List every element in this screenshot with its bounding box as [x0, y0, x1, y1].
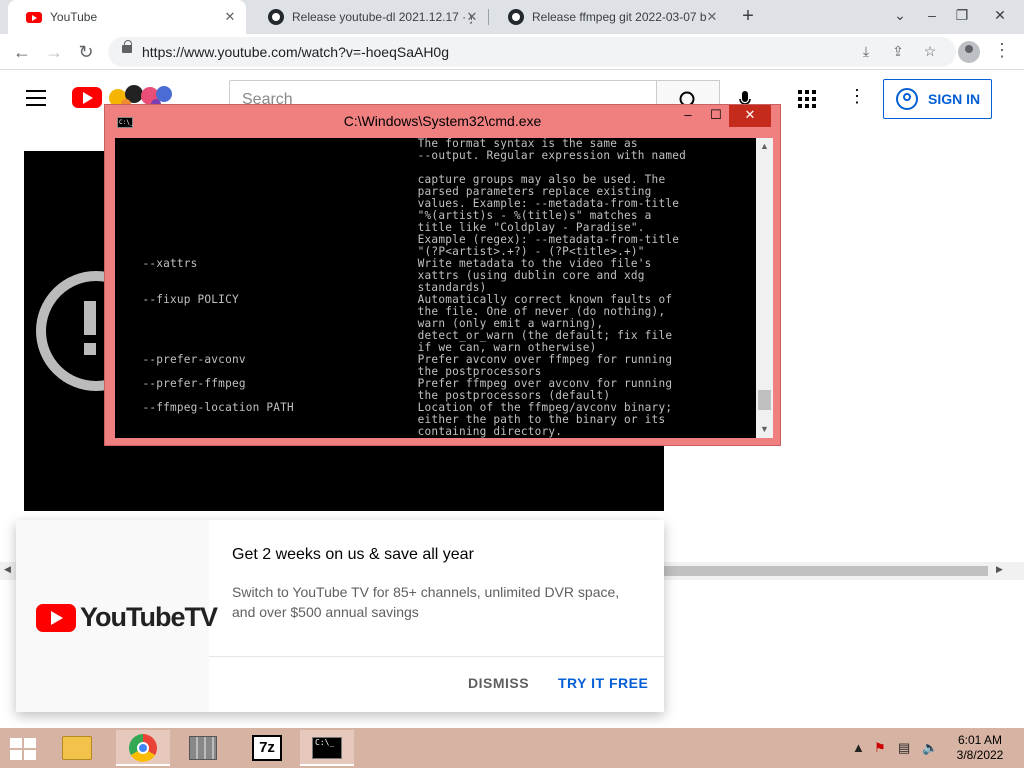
settings-more-icon[interactable]: ⋮: [848, 86, 866, 110]
folder-icon: [62, 736, 92, 760]
share-icon[interactable]: ⇪: [888, 43, 908, 61]
tab-separator: [488, 9, 489, 25]
cmd-window[interactable]: C:\_ C:\Windows\System32\cmd.exe – ☐ ✕ T…: [104, 104, 781, 446]
browser-tab-strip: YouTube ✕ Release youtube-dl 2021.12.17 …: [0, 0, 1024, 34]
7zip-icon: 7z: [252, 735, 282, 761]
tab-youtube[interactable]: YouTube ✕: [8, 0, 246, 34]
scroll-left-icon[interactable]: ◀: [4, 564, 11, 575]
youtube-tv-promo: YouTubeTV Get 2 weeks on us & save all y…: [16, 520, 664, 712]
scroll-down-icon[interactable]: ▼: [756, 421, 773, 438]
github-favicon-icon: [508, 9, 524, 25]
windows-start-icon[interactable]: [10, 738, 38, 760]
youtube-play-icon: [36, 603, 76, 632]
scroll-right-icon[interactable]: ▶: [996, 564, 1003, 575]
address-bar[interactable]: https://www.youtube.com/watch?v=-hoeqSaA…: [108, 37, 956, 67]
try-it-free-button[interactable]: TRY IT FREE: [558, 675, 648, 691]
action-center-flag-icon[interactable]: ⚑: [874, 740, 886, 756]
youtube-favicon-icon: [26, 11, 42, 23]
tab-youtube-dl-release[interactable]: Release youtube-dl 2021.12.17 · y ✕: [250, 0, 488, 34]
tab-title: YouTube: [50, 10, 98, 24]
cmd-titlebar[interactable]: C:\_ C:\Windows\System32\cmd.exe – ☐ ✕: [105, 105, 780, 135]
promo-title: Get 2 weeks on us & save all year: [232, 546, 474, 563]
tray-overflow-icon[interactable]: ▲: [852, 740, 865, 755]
browser-menu-icon[interactable]: ⋮: [992, 40, 1012, 64]
chrome-icon: [129, 734, 157, 762]
account-circle-icon: [896, 88, 918, 110]
tab-search-chevron-icon[interactable]: ⌄: [884, 0, 916, 34]
profile-avatar-icon[interactable]: [958, 41, 980, 63]
sign-in-button[interactable]: SIGN IN: [883, 79, 992, 119]
divider: [209, 656, 664, 657]
apps-grid-icon[interactable]: [798, 90, 816, 108]
cmd-icon: C:\_: [312, 737, 342, 759]
promo-body: Switch to YouTube TV for 85+ channels, u…: [232, 584, 620, 620]
lock-icon: [122, 40, 132, 53]
bookmark-star-icon[interactable]: ☆: [920, 43, 940, 61]
scroll-up-icon[interactable]: ▲: [756, 138, 773, 155]
minimize-icon[interactable]: –: [916, 0, 948, 34]
exclamation-icon: [84, 301, 104, 361]
cmd-minimize-icon[interactable]: –: [673, 105, 703, 127]
close-tab-icon[interactable]: ✕: [222, 9, 238, 25]
close-tab-icon[interactable]: ✕: [704, 9, 720, 25]
tab-ffmpeg-release[interactable]: Release ffmpeg git 2022-03-07 b ✕: [490, 0, 728, 34]
hamburger-menu-icon[interactable]: [26, 90, 46, 106]
volume-muted-icon[interactable]: 🔈: [922, 740, 938, 756]
new-tab-button[interactable]: +: [738, 6, 758, 26]
youtube-logo-icon[interactable]: [72, 87, 102, 108]
close-tab-icon[interactable]: ✕: [464, 9, 480, 25]
youtube-tv-logo: YouTubeTV: [36, 602, 218, 633]
cmd-vertical-scrollbar[interactable]: ▲ ▼: [756, 138, 773, 438]
youtube-tv-logo-text: YouTubeTV: [80, 602, 218, 632]
clock-time: 6:01 AM: [957, 733, 1003, 747]
url-text: https://www.youtube.com/watch?v=-hoeqSaA…: [142, 44, 450, 60]
taskbar-chrome[interactable]: [116, 730, 170, 766]
taskbar-file-explorer[interactable]: [50, 730, 104, 766]
network-icon[interactable]: ▤: [898, 740, 910, 756]
sign-in-label: SIGN IN: [928, 91, 981, 107]
app-cube-icon: [189, 736, 217, 760]
taskbar-app-cube[interactable]: [176, 730, 230, 766]
browser-toolbar: ← → ↻ https://www.youtube.com/watch?v=-h…: [0, 34, 1024, 70]
back-arrow-icon[interactable]: ←: [10, 40, 34, 64]
dismiss-button[interactable]: DISMISS: [468, 675, 529, 691]
taskbar-clock[interactable]: 6:01 AM 3/8/2022: [940, 733, 1020, 763]
github-favicon-icon: [268, 9, 284, 25]
scrollbar-thumb[interactable]: [664, 566, 988, 576]
forward-arrow-icon[interactable]: →: [42, 40, 66, 64]
promo-logo-panel: YouTubeTV: [16, 520, 218, 712]
install-app-icon[interactable]: ⤓: [856, 43, 876, 61]
cmd-maximize-icon[interactable]: ☐: [703, 105, 729, 127]
close-window-icon[interactable]: ✕: [984, 0, 1016, 34]
restore-icon[interactable]: ❐: [946, 0, 978, 34]
console-text: The format syntax is the same as --outpu…: [142, 138, 686, 438]
taskbar-cmd[interactable]: C:\_: [300, 730, 354, 766]
windows-taskbar: 7z C:\_ ▲ ⚑ ▤ 🔈 6:01 AM 3/8/2022: [0, 728, 1024, 768]
clock-date: 3/8/2022: [956, 748, 1004, 762]
taskbar-7zip[interactable]: 7z: [240, 730, 294, 766]
cmd-close-icon[interactable]: ✕: [729, 105, 771, 127]
tab-title: Release ffmpeg git 2022-03-07 b: [532, 10, 707, 24]
cmd-scrollbar-thumb[interactable]: [758, 390, 771, 410]
reload-icon[interactable]: ↻: [74, 40, 98, 64]
cmd-console-output[interactable]: The format syntax is the same as --outpu…: [115, 138, 756, 438]
tab-title: Release youtube-dl 2021.12.17 · y: [292, 10, 472, 24]
